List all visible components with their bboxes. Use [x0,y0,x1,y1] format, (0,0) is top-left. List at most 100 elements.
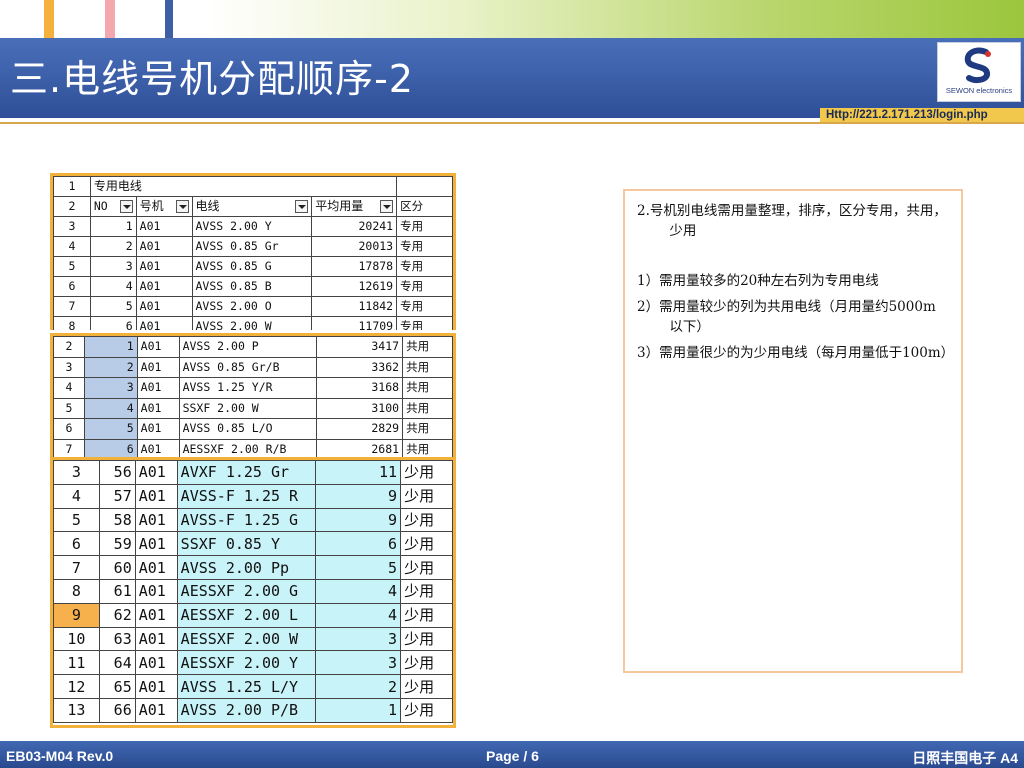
row-header[interactable]: 3 [53,356,85,378]
cell-category[interactable]: 少用 [400,674,453,699]
row-header[interactable]: 8 [53,578,100,604]
cell-average-usage[interactable]: 9 [314,507,402,533]
cell-average-usage[interactable]: 9 [314,483,402,509]
cell-category[interactable]: 少用 [400,697,453,723]
cell-machine[interactable]: A01 [134,483,178,509]
filter-dropdown-icon[interactable] [175,200,189,213]
cell-no[interactable]: 6 [89,316,137,330]
cell-machine[interactable]: A01 [134,626,178,652]
cell-machine[interactable]: A01 [136,336,180,358]
cell-machine[interactable]: A01 [136,418,180,440]
cell-no[interactable]: 1 [89,216,137,237]
url-link[interactable]: Http://221.2.171.213/login.php [826,108,988,122]
cell-average-usage[interactable]: 3168 [316,377,404,399]
cell-average-usage[interactable]: 4 [314,578,402,604]
row-header[interactable]: 5 [53,507,100,533]
cell-no[interactable]: 64 [98,650,136,676]
cell-wire[interactable]: AESSXF 2.00 Y [176,650,316,676]
cell-average-usage[interactable]: 3 [314,626,402,652]
cell-machine[interactable]: A01 [134,578,178,604]
cell-wire[interactable]: AVSS 2.00 Y [191,216,313,237]
sheet-title-cell[interactable]: 专用电线 [89,176,398,197]
cell-category[interactable]: 专用 [396,316,453,330]
cell-category[interactable]: 专用 [396,276,453,297]
cell-average-usage[interactable]: 6 [314,531,402,557]
row-header[interactable]: 2 [53,196,91,217]
cell-category[interactable]: 专用 [396,236,453,257]
row-header[interactable]: 6 [53,531,100,557]
row-header[interactable]: 3 [53,460,100,485]
cell-machine[interactable]: A01 [135,316,193,330]
row-header[interactable]: 2 [53,336,85,358]
cell-machine[interactable]: A01 [134,602,178,628]
cell-average-usage[interactable]: 12619 [311,276,398,297]
row-header[interactable]: 7 [53,296,91,317]
row-header[interactable]: 5 [53,397,85,419]
row-header[interactable]: 11 [53,650,100,676]
cell-wire[interactable]: AVSS 2.00 Pp [176,555,316,580]
cell-no[interactable]: 60 [98,555,136,580]
table-cell[interactable] [396,176,453,197]
cell-machine[interactable]: A01 [136,397,180,419]
filter-dropdown-icon[interactable] [295,200,309,213]
row-header[interactable]: 10 [53,626,100,652]
cell-no[interactable]: 5 [83,418,138,440]
cell-no[interactable]: 57 [98,483,136,509]
row-header[interactable]: 4 [53,377,85,399]
cell-wire[interactable]: AVSS 2.00 W [191,316,313,330]
cell-average-usage[interactable]: 1 [314,697,402,723]
cell-wire[interactable]: AVSS 0.85 Gr [191,236,313,257]
cell-wire[interactable]: AVSS 1.25 L/Y [176,674,316,699]
cell-no[interactable]: 4 [83,397,138,419]
cell-category[interactable]: 专用 [396,216,453,237]
cell-category[interactable]: 专用 [396,296,453,317]
cell-category[interactable]: 少用 [400,531,453,557]
cell-machine[interactable]: A01 [135,256,193,277]
cell-average-usage[interactable]: 4 [314,602,402,628]
cell-category[interactable]: 共用 [402,418,453,440]
cell-no[interactable]: 5 [89,296,137,317]
row-header[interactable]: 9 [53,602,100,628]
cell-wire[interactable]: AVSS 1.25 Y/R [178,377,318,399]
cell-average-usage[interactable]: 3 [314,650,402,676]
cell-no[interactable]: 58 [98,507,136,533]
row-header[interactable]: 4 [53,236,91,257]
cell-machine[interactable]: A01 [134,650,178,676]
cell-no[interactable]: 61 [98,578,136,604]
cell-no[interactable]: 56 [98,460,136,485]
cell-category[interactable]: 共用 [402,336,453,358]
row-header[interactable]: 6 [53,418,85,440]
cell-wire[interactable]: AVSS 0.85 B [191,276,313,297]
cell-no[interactable]: 66 [98,697,136,723]
cell-wire[interactable]: AESSXF 2.00 G [176,578,316,604]
cell-category[interactable]: 少用 [400,555,453,580]
cell-machine[interactable]: A01 [136,377,180,399]
cell-category[interactable]: 共用 [402,356,453,378]
cell-wire[interactable]: AVSS-F 1.25 R [176,483,316,509]
cell-wire[interactable]: AVSS 2.00 O [191,296,313,317]
cell-average-usage[interactable]: 3417 [316,336,404,358]
cell-no[interactable]: 63 [98,626,136,652]
cell-category[interactable]: 少用 [400,507,453,533]
cell-machine[interactable]: A01 [135,216,193,237]
column-header-wire[interactable]: 电线 [191,196,313,217]
cell-wire[interactable]: AVSS 0.85 Gr/B [178,356,318,378]
cell-machine[interactable]: A01 [134,674,178,699]
cell-no[interactable]: 62 [98,602,136,628]
cell-average-usage[interactable]: 11 [314,460,402,485]
row-header[interactable]: 8 [53,316,91,330]
cell-category[interactable]: 少用 [400,578,453,604]
row-header[interactable]: 4 [53,483,100,509]
row-header[interactable]: 13 [53,697,100,723]
cell-average-usage[interactable]: 11709 [311,316,398,330]
cell-no[interactable]: 3 [89,256,137,277]
cell-no[interactable]: 2 [83,356,138,378]
cell-machine[interactable]: A01 [134,507,178,533]
cell-machine[interactable]: A01 [135,296,193,317]
cell-category[interactable]: 少用 [400,460,453,485]
cell-no[interactable]: 4 [89,276,137,297]
cell-wire[interactable]: SSXF 2.00 W [178,397,318,419]
cell-category[interactable]: 专用 [396,256,453,277]
cell-average-usage[interactable]: 5 [314,555,402,580]
filter-dropdown-icon[interactable] [119,200,133,213]
